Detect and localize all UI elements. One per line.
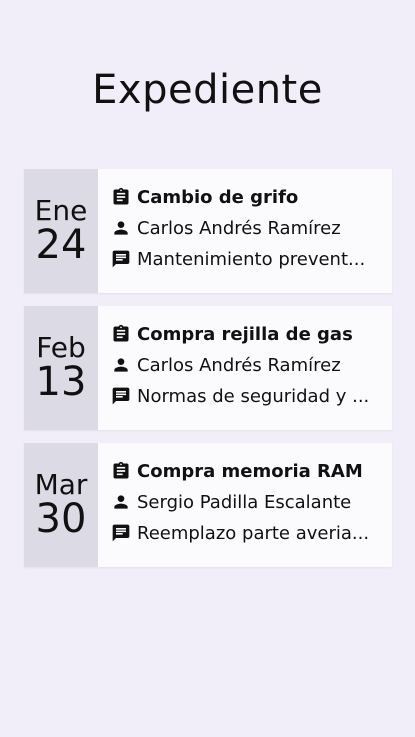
record-list: Ene 24 Cambio de grifo Carlos Andrés Ram…: [24, 169, 392, 580]
record-title-row: Compra memoria RAM: [111, 459, 392, 483]
record-person: Carlos Andrés Ramírez: [137, 354, 341, 376]
date-month: Ene: [34, 194, 88, 227]
record-title: Cambio de grifo: [137, 186, 299, 208]
clipboard-icon: [111, 324, 131, 344]
record-note: Reemplazo parte averia...: [137, 522, 370, 544]
comment-icon: [111, 249, 131, 269]
person-icon: [111, 355, 131, 375]
clipboard-icon: [111, 187, 131, 207]
date-day: 24: [35, 222, 87, 268]
record-title-row: Compra rejilla de gas: [111, 322, 392, 346]
person-icon: [111, 492, 131, 512]
record-note-row: Mantenimiento prevent...: [111, 247, 392, 271]
record-info: Compra rejilla de gas Carlos Andrés Ramí…: [98, 306, 392, 430]
comment-icon: [111, 386, 131, 406]
record-person-row: Carlos Andrés Ramírez: [111, 216, 392, 240]
date-block: Mar 30: [24, 443, 98, 567]
record-person: Sergio Padilla Escalante: [137, 491, 352, 513]
record-person: Carlos Andrés Ramírez: [137, 217, 341, 239]
date-month: Mar: [34, 468, 88, 501]
record-info: Cambio de grifo Carlos Andrés Ramírez Ma…: [98, 169, 392, 293]
date-day: 30: [35, 496, 87, 542]
record-title: Compra rejilla de gas: [137, 323, 353, 345]
page-title: Expediente: [92, 67, 323, 113]
record-info: Compra memoria RAM Sergio Padilla Escala…: [98, 443, 392, 567]
record-note: Normas de seguridad y ...: [137, 385, 370, 407]
date-month: Feb: [36, 331, 86, 364]
record-card[interactable]: Feb 13 Compra rejilla de gas Carlos Andr…: [24, 306, 392, 430]
date-block: Ene 24: [24, 169, 98, 293]
record-person-row: Carlos Andrés Ramírez: [111, 353, 392, 377]
person-icon: [111, 218, 131, 238]
record-card[interactable]: Mar 30 Compra memoria RAM Sergio Padilla…: [24, 443, 392, 567]
record-title: Compra memoria RAM: [137, 460, 363, 482]
record-note: Mantenimiento prevent...: [137, 248, 366, 270]
record-person-row: Sergio Padilla Escalante: [111, 490, 392, 514]
record-title-row: Cambio de grifo: [111, 185, 392, 209]
date-block: Feb 13: [24, 306, 98, 430]
comment-icon: [111, 523, 131, 543]
record-note-row: Normas de seguridad y ...: [111, 384, 392, 408]
record-card[interactable]: Ene 24 Cambio de grifo Carlos Andrés Ram…: [24, 169, 392, 293]
record-note-row: Reemplazo parte averia...: [111, 521, 392, 545]
clipboard-icon: [111, 461, 131, 481]
date-day: 13: [35, 359, 87, 405]
